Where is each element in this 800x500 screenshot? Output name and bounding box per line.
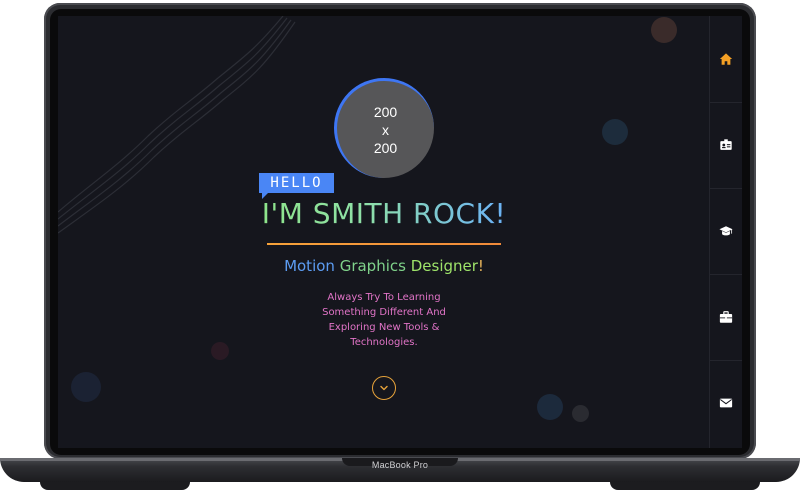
avatar-placeholder: 200 x 200 [334, 78, 434, 178]
laptop-model-label: MacBook Pro [371, 460, 429, 470]
decorative-bubble [572, 405, 589, 422]
avatar-placeholder-text: 200 [373, 103, 398, 120]
laptop-foot-right [610, 482, 760, 490]
envelope-icon [719, 398, 733, 408]
scroll-down-button[interactable] [372, 376, 396, 400]
decorative-bubble [602, 119, 628, 145]
home-icon [719, 53, 733, 65]
briefcase-icon [719, 311, 733, 323]
nav-item-about[interactable] [710, 102, 742, 189]
nav-item-portfolio[interactable] [710, 274, 742, 361]
decorative-bubble [211, 342, 229, 360]
hero-tagline: Always Try To Learning Something Differe… [322, 292, 446, 348]
decorative-bubble [537, 394, 563, 420]
side-navigation [709, 16, 742, 448]
greeting-tag: HELLO [259, 173, 334, 193]
id-card-icon [720, 139, 732, 150]
screen: 200 x 200 HELLO I'M SMITH ROCK! Motion G… [58, 16, 742, 448]
nav-item-home[interactable] [710, 16, 742, 103]
subtitle-word: Motion [284, 257, 335, 275]
hero-subtitle: Motion Graphics Designer! [220, 256, 548, 276]
avatar-placeholder-text: x [382, 121, 389, 138]
avatar-placeholder-text: 200 [373, 139, 398, 156]
subtitle-word: Designer [410, 257, 478, 275]
decorative-bubble [651, 17, 677, 43]
decorative-bubble [71, 372, 101, 402]
hero-headline: I'M SMITH ROCK! [200, 194, 568, 234]
chevron-down-icon [380, 385, 388, 391]
graduation-cap-icon [719, 226, 733, 236]
nav-item-education[interactable] [710, 188, 742, 275]
headline-divider [267, 243, 501, 245]
nav-item-contact[interactable] [710, 360, 742, 446]
subtitle-word: Graphics [339, 257, 406, 275]
subtitle-exclamation: ! [477, 257, 484, 275]
laptop-foot-left [40, 482, 190, 490]
